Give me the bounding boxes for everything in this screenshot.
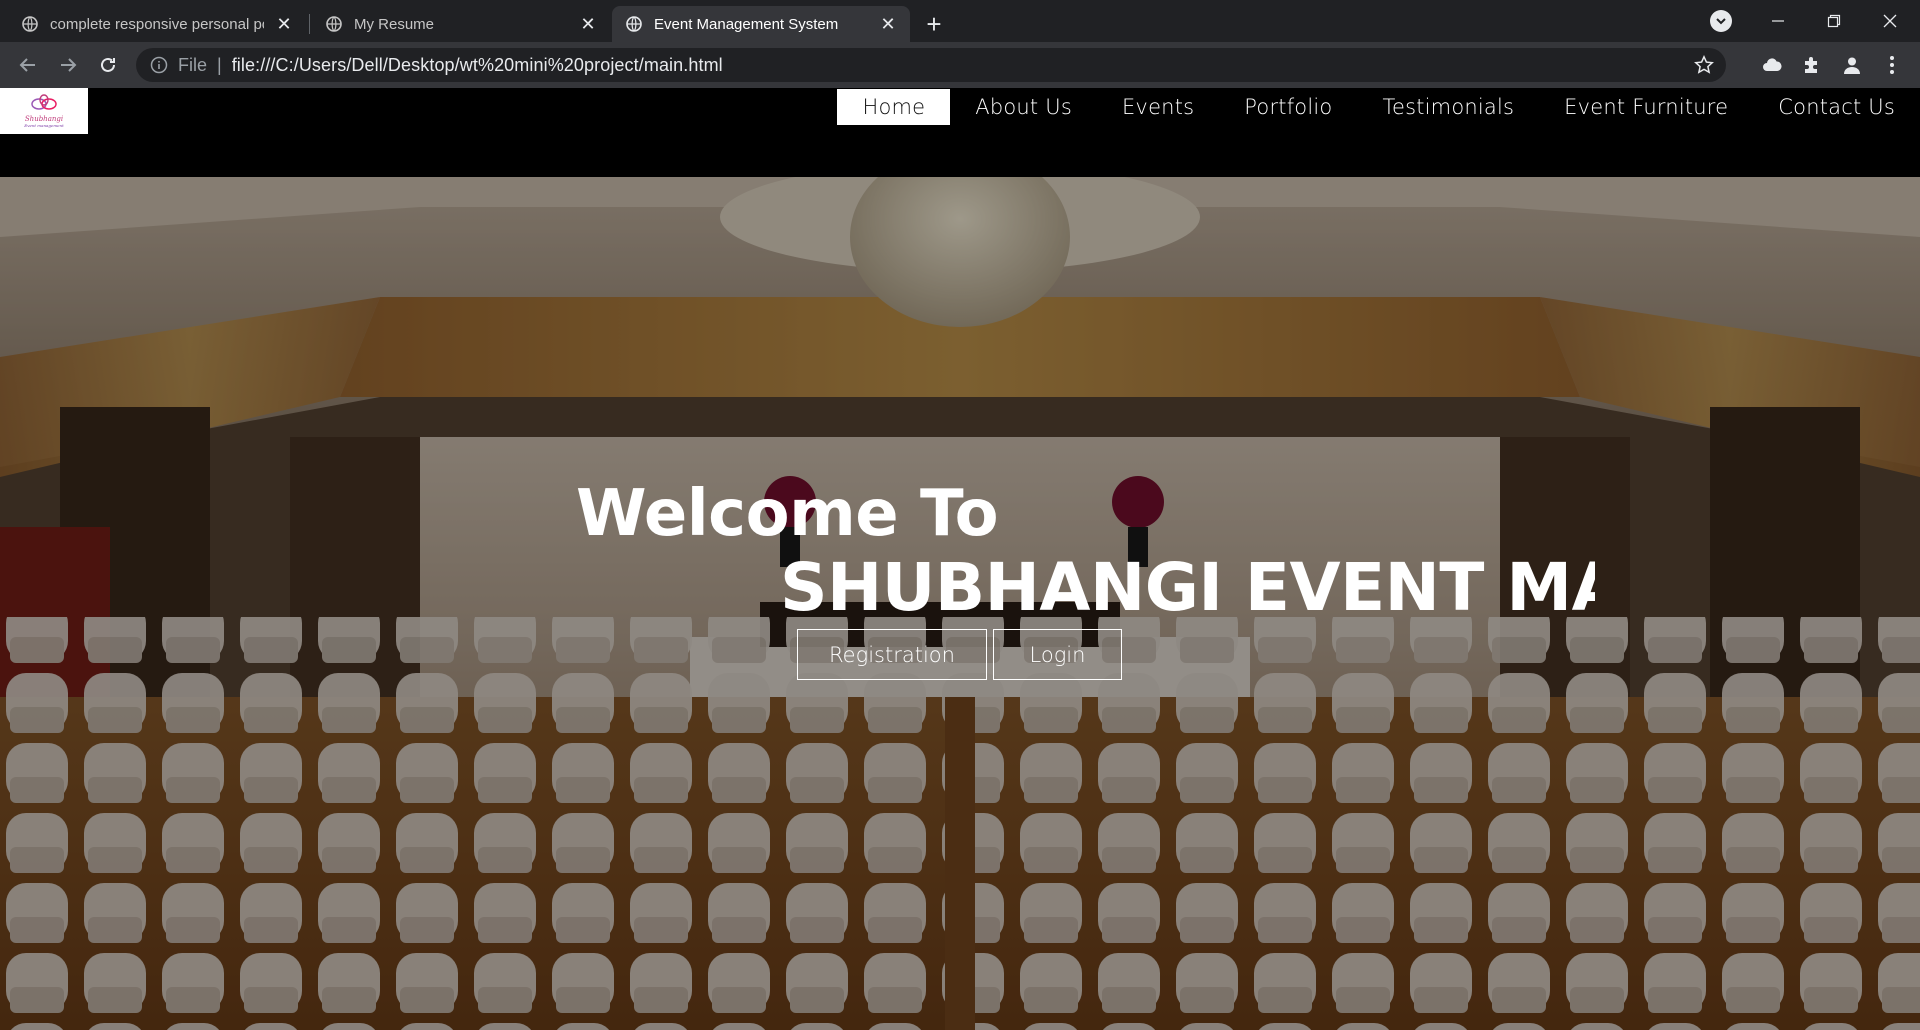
logo-subtext: Event management [24, 123, 64, 128]
nav-portfolio[interactable]: Portfolio [1219, 89, 1357, 125]
extensions-button[interactable] [1798, 51, 1826, 79]
registration-button[interactable]: Registration [797, 629, 987, 680]
tab-title: complete responsive personal po [50, 15, 264, 33]
logo-text: Shubhangi [24, 115, 64, 123]
close-icon [1883, 14, 1897, 28]
hero-welcome-heading: Welcome To [576, 477, 999, 551]
address-bar[interactable]: File | file:///C:/Users/Dell/Desktop/wt%… [136, 48, 1726, 82]
extension-cloud-button[interactable] [1758, 51, 1786, 79]
browser-tab-personal-portfolio[interactable]: complete responsive personal po ✕ [8, 6, 306, 42]
login-button[interactable]: Login [993, 629, 1122, 680]
close-tab-icon[interactable]: ✕ [876, 12, 900, 36]
close-tab-icon[interactable]: ✕ [272, 12, 296, 36]
site-logo[interactable]: Shubhangi Event management [0, 88, 88, 134]
reload-icon [101, 57, 115, 72]
site-scheme-label: File [178, 54, 208, 75]
minimize-button[interactable] [1750, 0, 1806, 42]
web-page: Shubhangi Event management Home About Us… [0, 88, 1920, 1030]
site-header: Shubhangi Event management Home About Us… [0, 88, 1920, 177]
tab-title: My Resume [354, 15, 435, 33]
tab-search-button[interactable] [1710, 10, 1732, 32]
nav-contact-us[interactable]: Contact Us [1753, 89, 1920, 125]
arrow-right-icon [61, 58, 77, 72]
globe-icon [626, 16, 642, 32]
nav-home[interactable]: Home [837, 89, 951, 125]
back-button[interactable] [12, 49, 44, 81]
chevron-down-icon [1716, 18, 1726, 25]
hero-section: Welcome To SHUBHANGI EVENT MANAG Registr… [0, 177, 1920, 1030]
browser-menu-button[interactable] [1878, 51, 1906, 79]
star-icon[interactable] [1694, 55, 1714, 75]
plus-icon: + [926, 8, 942, 39]
forward-button[interactable] [52, 49, 84, 81]
restore-button[interactable] [1806, 0, 1862, 42]
address-divider: | [217, 54, 222, 75]
nav-event-furniture[interactable]: Event Furniture [1539, 89, 1753, 125]
browser-tabstrip: complete responsive personal po ✕ My Res… [0, 0, 1920, 42]
close-window-button[interactable] [1862, 0, 1918, 42]
globe-icon [326, 16, 342, 32]
new-tab-button[interactable]: + [918, 8, 950, 40]
logo-icon [31, 94, 57, 110]
reload-button[interactable] [92, 49, 124, 81]
nav-events[interactable]: Events [1097, 89, 1219, 125]
browser-tab-event-management[interactable]: Event Management System ✕ [612, 6, 910, 42]
nav-testimonials[interactable]: Testimonials [1357, 89, 1539, 125]
browser-tab-my-resume[interactable]: My Resume ✕ [312, 6, 610, 42]
restore-icon [1827, 14, 1841, 28]
close-tab-icon[interactable]: ✕ [576, 12, 600, 36]
arrow-left-icon [19, 58, 35, 72]
hero-brand-title: SHUBHANGI EVENT MANAG [780, 549, 1595, 626]
minimize-icon [1772, 20, 1784, 22]
cloud-icon [1763, 58, 1782, 71]
tab-title: Event Management System [654, 15, 839, 33]
profile-button[interactable] [1838, 51, 1866, 79]
kebab-menu-icon [1890, 56, 1894, 74]
puzzle-icon [1805, 57, 1817, 73]
globe-icon [22, 16, 38, 32]
info-icon[interactable] [150, 56, 168, 74]
user-icon [1844, 57, 1860, 74]
browser-toolbar: File | file:///C:/Users/Dell/Desktop/wt%… [0, 42, 1920, 88]
url-text[interactable]: file:///C:/Users/Dell/Desktop/wt%20mini%… [232, 55, 723, 76]
main-navigation: Home About Us Events Portfolio Testimoni… [837, 89, 1920, 125]
nav-about-us[interactable]: About Us [950, 89, 1097, 125]
tab-divider [309, 14, 310, 34]
